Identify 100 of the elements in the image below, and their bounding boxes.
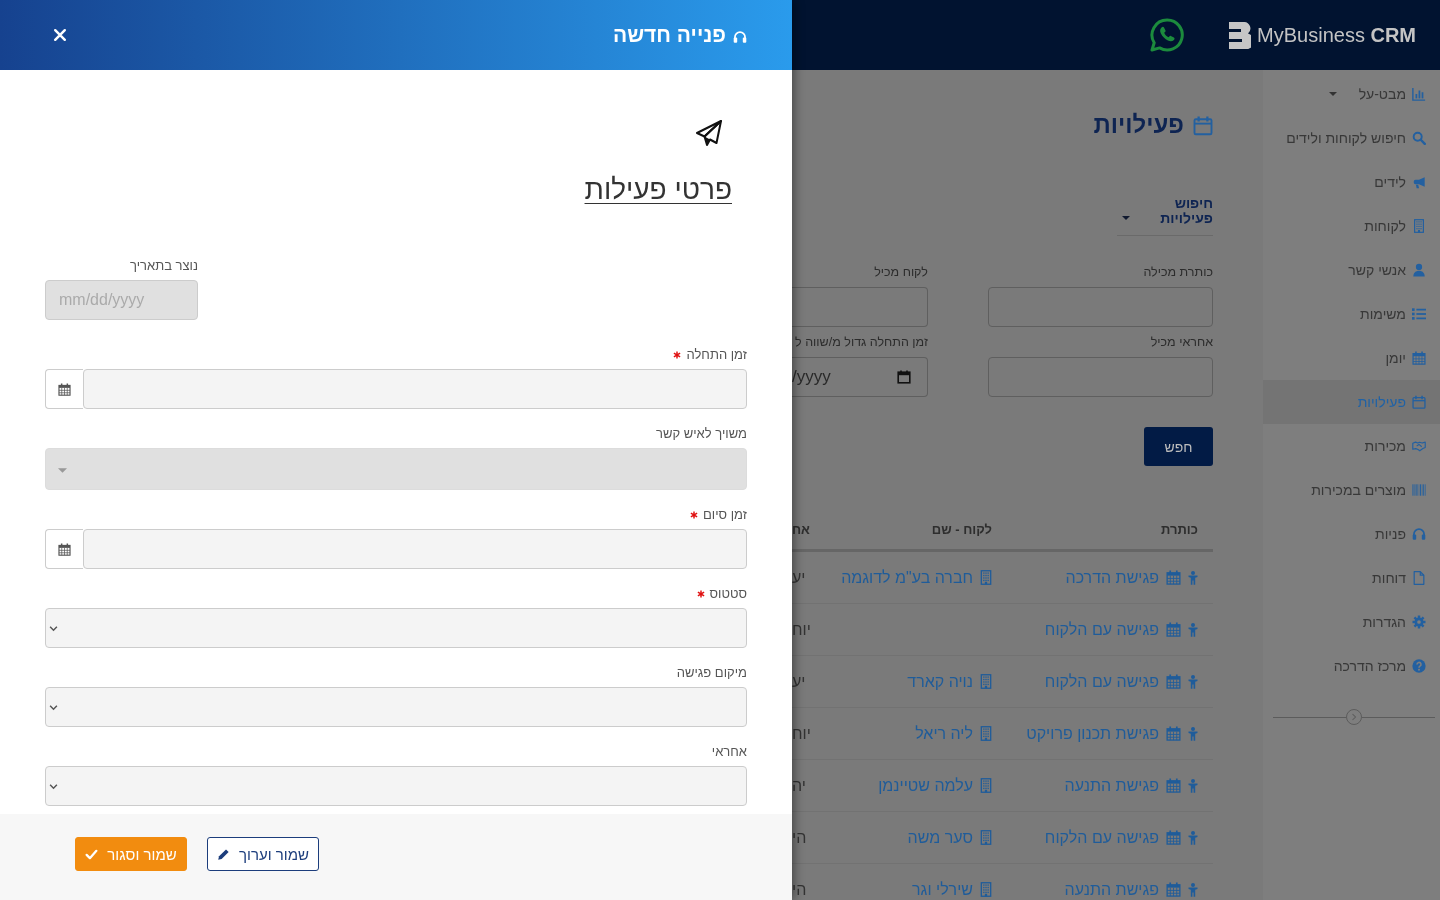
building-icon [980, 778, 992, 793]
search-panel-toggle[interactable]: חיפוש פעילויות [1117, 196, 1213, 236]
select-field[interactable] [45, 687, 747, 727]
sidebar-item[interactable]: חיפוש לקוחות ולידים [1263, 116, 1440, 160]
table-cell: יע [792, 672, 806, 691]
calendar-icon [1166, 674, 1181, 689]
calendar-icon [1412, 395, 1426, 409]
sidebar-item[interactable]: מבט-על [1263, 72, 1440, 116]
logo-text: MyBusiness CRM [1257, 23, 1416, 47]
customer-link[interactable]: נויה קארד [907, 672, 992, 691]
customer-link[interactable]: עלמה שטיינמן [878, 776, 992, 795]
person-icon [1188, 674, 1198, 689]
field-label: זמן התחלה גדול מ/שווה ל [795, 334, 928, 350]
person-icon [1188, 830, 1198, 845]
phone-chat-icon[interactable] [1149, 17, 1186, 53]
sidebar-item[interactable]: לקוחות [1263, 204, 1440, 248]
field-label: זמן סיום [703, 507, 747, 523]
calendar-icon [1166, 622, 1181, 637]
save-and-close-button[interactable]: שמור וסגור [75, 837, 187, 871]
chevron-down-icon [49, 623, 58, 633]
section-title: פרטי פעילות [584, 173, 732, 207]
calendar-icon [1166, 830, 1181, 845]
person-icon [1188, 882, 1198, 897]
sidebar-item[interactable]: לידים [1263, 160, 1440, 204]
text-field[interactable] [988, 357, 1213, 397]
person-icon [1188, 726, 1198, 741]
table-cell: יה [792, 776, 806, 795]
user-icon [1412, 263, 1426, 277]
person-icon [1188, 622, 1198, 637]
field-label: לקוח מכיל [874, 264, 928, 280]
activity-link[interactable]: פגישת התנעה [1064, 776, 1198, 795]
modal-title: פנייה חדשה [612, 22, 726, 48]
calendar-icon [1412, 351, 1426, 365]
sidebar-item[interactable]: מוצרים במכירות [1263, 468, 1440, 512]
sidebar-item[interactable]: משימות [1263, 292, 1440, 336]
sidebar-item[interactable]: דוחות [1263, 556, 1440, 600]
building-icon [980, 674, 992, 689]
customer-link[interactable]: חברה בע"מ לדוגמה [841, 568, 992, 587]
calendar-icon [1166, 778, 1181, 793]
sidebar-item[interactable]: יומן [1263, 336, 1440, 380]
building-icon [980, 570, 992, 585]
date-field[interactable]: /yyyy [792, 357, 928, 397]
field-label: אחראי מכיל [1150, 334, 1213, 350]
field-label: סטטוס [709, 586, 747, 602]
table-cell: יוח [792, 724, 811, 743]
calendar-icon [1166, 882, 1181, 897]
activity-link[interactable]: פגישת תכנון פרויקט [1026, 724, 1198, 743]
sidebar-item[interactable]: פניות [1263, 512, 1440, 556]
building-icon [980, 882, 992, 897]
select-field[interactable] [45, 766, 747, 806]
select-field[interactable] [45, 608, 747, 648]
sidebar-item[interactable]: אנשי קשר [1263, 248, 1440, 292]
calendar-icon [1166, 726, 1181, 741]
customer-link[interactable]: ליה ריאל [915, 724, 992, 743]
chevron-down-icon [49, 702, 58, 712]
calendar-icon [1193, 114, 1213, 136]
check-icon [85, 847, 99, 861]
table-cell: יוח [792, 620, 811, 639]
activity-link[interactable]: פגישת התנעה [1064, 880, 1198, 899]
building-icon [1412, 219, 1426, 233]
search-icon [1412, 131, 1426, 145]
customer-link[interactable]: סער משה [907, 828, 992, 847]
sidebar-item[interactable]: מרכז הדרכה [1263, 644, 1440, 688]
logo-icon [1229, 21, 1252, 49]
activity-link[interactable]: פגישת הדרכה [1065, 568, 1198, 587]
building-icon [980, 726, 992, 741]
list-icon [1412, 307, 1426, 321]
pencil-icon [217, 847, 231, 861]
datetime-field[interactable] [83, 369, 747, 409]
settings-icon [1412, 615, 1426, 629]
activity-link[interactable]: פגישה עם הלקוח [1044, 828, 1198, 847]
headset-icon [1412, 527, 1426, 541]
text-field[interactable] [988, 287, 1213, 327]
sidebar-item[interactable]: הגדרות [1263, 600, 1440, 644]
field-label: כותרת מכילה [1143, 264, 1213, 280]
caret-down-icon [1122, 216, 1130, 220]
customer-link[interactable]: שירלי וגר [912, 880, 992, 899]
field-label: מיקום פגישה [676, 665, 747, 681]
calendar-button[interactable] [45, 529, 83, 569]
column-header: לקוח - שם [931, 521, 992, 537]
datetime-field[interactable] [83, 529, 747, 569]
close-icon [53, 28, 67, 42]
search-button[interactable]: חפש [1144, 427, 1213, 466]
caret-down-icon [58, 467, 67, 473]
save-and-edit-button[interactable]: שמור וערוך [207, 837, 319, 871]
field-label: זמן התחלה [686, 347, 747, 363]
activity-link[interactable]: פגישה עם הלקוח [1044, 672, 1198, 691]
calendar-button[interactable] [45, 369, 83, 409]
activity-link[interactable]: פגישה עם הלקוח [1044, 620, 1198, 639]
text-field[interactable] [792, 287, 928, 327]
headset-icon [733, 30, 747, 44]
bar-chart-icon [1412, 87, 1426, 101]
paper-plane-icon [695, 119, 723, 147]
caret-down-icon [1328, 92, 1337, 96]
chevron-down-icon [49, 781, 58, 791]
person-icon [1188, 778, 1198, 793]
table-cell: הי [792, 880, 807, 899]
page-title: פעילויות [1093, 110, 1184, 140]
barcode-icon [1412, 483, 1426, 497]
sidebar-item[interactable]: מכירות [1263, 424, 1440, 468]
